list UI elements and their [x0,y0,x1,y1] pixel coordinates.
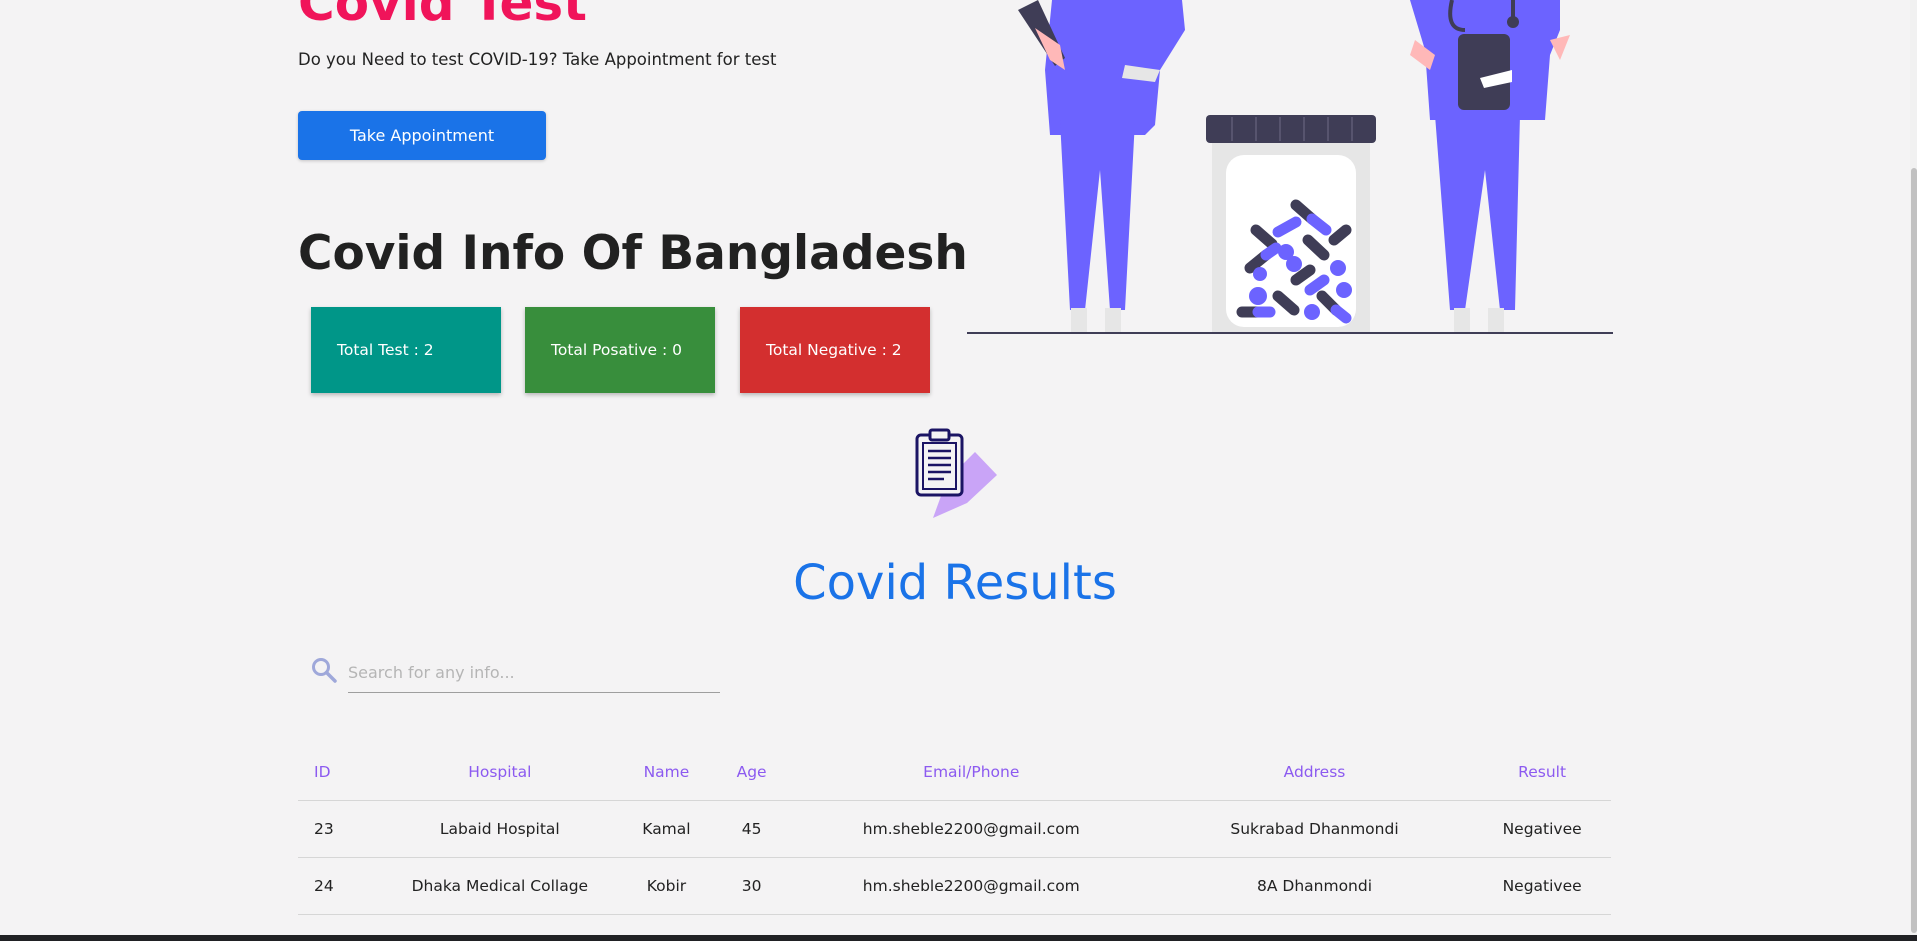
hero-subtitle: Do you Need to test COVID-19? Take Appoi… [298,50,777,69]
cell-name: Kobir [616,857,717,915]
doctor-right [1410,0,1570,332]
total-negative-card: Total Negative : 2 [740,307,930,393]
search-icon [312,658,337,683]
cell-hospital: Dhaka Medical Collage [383,857,617,915]
search-input[interactable] [348,652,720,693]
col-name: Name [616,743,717,801]
cell-address: Sukrabad Dhanmondi [1155,800,1474,858]
col-id: ID [298,743,384,801]
total-positive-card: Total Posative : 0 [525,307,715,393]
pill-jar [1206,115,1376,333]
cell-email-phone: hm.sheble2200@gmail.com [786,800,1156,858]
results-table: ID Hospital Name Age Email/Phone Address… [298,743,1611,915]
cell-age: 45 [716,800,787,858]
cell-result: Negativee [1473,800,1611,858]
cell-hospital: Labaid Hospital [383,800,617,858]
doctors-illustration [967,0,1613,334]
bottom-bar [0,935,1917,941]
cell-name: Kamal [616,800,717,858]
cell-id: 24 [298,857,384,915]
cell-age: 30 [716,857,787,915]
table-header-row: ID Hospital Name Age Email/Phone Address… [298,743,1611,801]
col-result: Result [1473,743,1611,801]
info-title: Covid Info Of Bangladesh [298,226,968,281]
cell-email-phone: hm.sheble2200@gmail.com [786,857,1156,915]
table-row: 23 Labaid Hospital Kamal 45 hm.sheble220… [298,800,1611,858]
search-bar [298,646,720,698]
col-age: Age [716,743,787,801]
table-row: 24 Dhaka Medical Collage Kobir 30 hm.she… [298,857,1611,915]
col-address: Address [1155,743,1474,801]
doctor-left [1018,0,1185,332]
total-test-card: Total Test : 2 [311,307,501,393]
scrollbar-thumb[interactable] [1911,168,1917,933]
cell-id: 23 [298,800,384,858]
page: Covid Test Do you Need to test COVID-19?… [0,0,1917,941]
cell-address: 8A Dhanmondi [1155,857,1474,915]
col-hospital: Hospital [383,743,617,801]
col-email-phone: Email/Phone [786,743,1156,801]
cell-result: Negativee [1473,857,1611,915]
hero-title: Covid Test [298,0,588,32]
results-title: Covid Results [793,555,1117,611]
take-appointment-button[interactable]: Take Appointment [298,111,546,160]
clipboard-pencil-icon [915,428,997,518]
